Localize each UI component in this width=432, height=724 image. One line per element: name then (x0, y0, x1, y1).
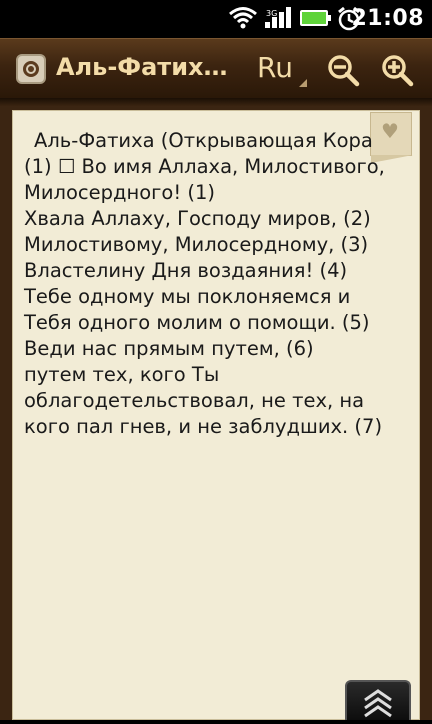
page-title: Аль-Фатих… (56, 53, 228, 81)
text-line: облагодетельствовал, не тех, на (24, 389, 365, 412)
text-line: Тебе одному мы поклоняемся и (24, 285, 351, 308)
text-line: (1) ☐ Во имя Аллаха, Милостивого, (24, 155, 385, 178)
status-bar: 3G 21:08 (0, 0, 432, 38)
title-bar: Аль-Фатих… Ru (0, 38, 432, 98)
chevron-up-icon (364, 689, 392, 718)
svg-text:3G: 3G (266, 9, 277, 18)
text-line: Милосердного! (1) (24, 181, 215, 204)
wifi-icon (229, 7, 257, 29)
text-line: Аль-Фатиха (Открывающая Кора (34, 129, 373, 152)
header-divider (0, 98, 432, 106)
zoom-in-icon[interactable] (380, 53, 414, 87)
app-icon[interactable] (16, 54, 46, 84)
text-line: Веди нас прямым путем, (6) (24, 337, 314, 360)
expand-panel-button[interactable] (345, 680, 411, 720)
zoom-out-icon[interactable] (326, 53, 360, 87)
text-line: Хвала Аллаху, Господу миров, (2) (24, 207, 371, 230)
text-line: Милостивому, Милосердному, (3) (24, 233, 369, 256)
dropdown-indicator-icon (299, 79, 307, 87)
surah-text: Аль-Фатиха (Открывающая Кора (1) ☐ Во им… (24, 128, 408, 440)
signal-icon: 3G (265, 7, 291, 28)
battery-icon (300, 10, 331, 26)
text-line: Тебя одного молим о помощи. (5) (24, 311, 370, 334)
clock-time: 21:08 (351, 6, 424, 31)
language-selector[interactable]: Ru (257, 51, 293, 84)
text-line: путем тех, кого Ты (24, 363, 220, 386)
text-line: Властелину Дня воздаяния! (4) (24, 259, 348, 282)
text-line: кого пал гнев, и не заблудших. (7) (24, 415, 383, 438)
